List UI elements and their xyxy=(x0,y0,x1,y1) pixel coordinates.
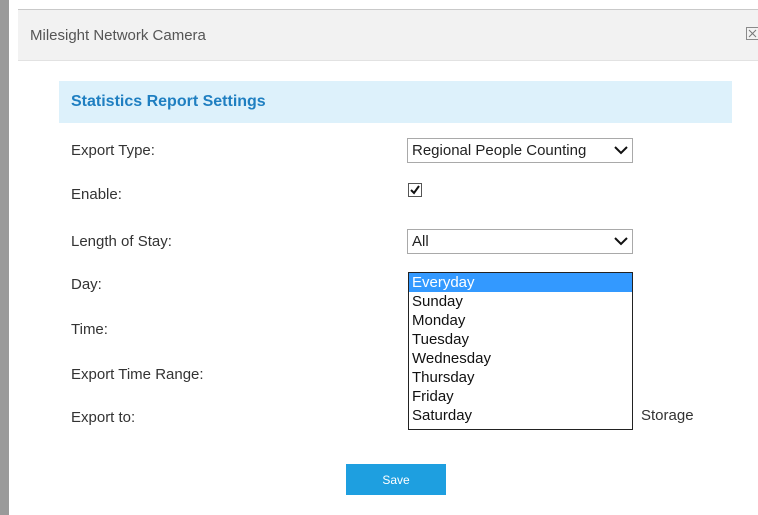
day-option-everyday[interactable]: Everyday xyxy=(409,273,632,292)
window-title: Milesight Network Camera xyxy=(30,27,206,44)
enable-label: Enable: xyxy=(71,186,122,203)
section-header: Statistics Report Settings xyxy=(59,81,732,123)
chevron-down-icon xyxy=(614,146,628,155)
day-dropdown-list[interactable]: Everyday Sunday Monday Tuesday Wednesday… xyxy=(408,272,633,430)
export-to-label: Export to: xyxy=(71,409,136,426)
day-option-saturday[interactable]: Saturday xyxy=(409,406,632,425)
day-option-thursday[interactable]: Thursday xyxy=(409,368,632,387)
length-of-stay-select[interactable]: All xyxy=(407,229,633,254)
time-label: Time: xyxy=(71,321,108,338)
storage-text: Storage xyxy=(641,407,694,424)
export-time-range-label: Export Time Range: xyxy=(71,366,204,383)
export-type-select[interactable]: Regional People Counting xyxy=(407,138,633,163)
day-option-sunday[interactable]: Sunday xyxy=(409,292,632,311)
close-icon[interactable] xyxy=(746,27,758,40)
dialog-window: Milesight Network Camera Statistics Repo… xyxy=(0,0,758,515)
day-option-friday[interactable]: Friday xyxy=(409,387,632,406)
titlebar: Milesight Network Camera xyxy=(18,9,758,61)
day-option-tuesday[interactable]: Tuesday xyxy=(409,330,632,349)
section-title: Statistics Report Settings xyxy=(71,93,266,110)
day-option-monday[interactable]: Monday xyxy=(409,311,632,330)
save-button[interactable]: Save xyxy=(346,464,446,495)
day-label: Day: xyxy=(71,276,102,293)
day-option-wednesday[interactable]: Wednesday xyxy=(409,349,632,368)
export-type-label: Export Type: xyxy=(71,142,155,159)
chevron-down-icon xyxy=(614,237,628,246)
length-of-stay-value: All xyxy=(412,233,429,250)
length-of-stay-label: Length of Stay: xyxy=(71,233,172,250)
checkmark-icon xyxy=(410,185,420,195)
enable-checkbox[interactable] xyxy=(408,183,422,197)
export-type-value: Regional People Counting xyxy=(412,142,587,159)
